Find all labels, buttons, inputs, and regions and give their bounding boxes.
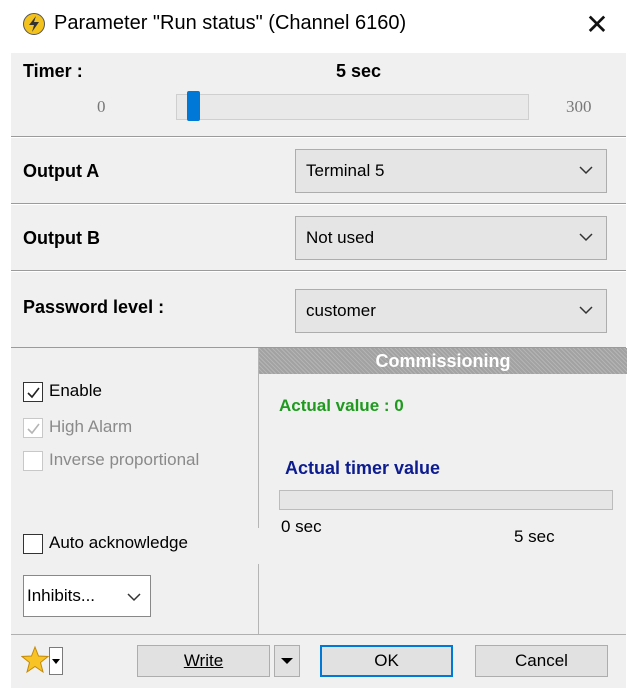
chevron-down-icon	[579, 233, 593, 242]
caret-down-icon	[281, 658, 293, 664]
progress-max-label: 5 sec	[514, 527, 555, 546]
enable-checkbox[interactable]	[23, 382, 43, 402]
progress-min-label: 0 sec	[281, 520, 322, 532]
inhibits-label: Inhibits...	[27, 586, 96, 605]
favorite-button[interactable]	[20, 645, 50, 677]
output-b-row: Output B Not used	[11, 205, 626, 271]
high-alarm-checkbox	[23, 418, 43, 438]
actual-timer-progress	[279, 490, 613, 510]
password-level-label: Password level :	[23, 297, 165, 317]
timer-slider-track[interactable]	[176, 94, 529, 120]
output-b-label: Output B	[23, 228, 100, 248]
dialog-footer: Write OK Cancel	[11, 634, 626, 688]
window-title: Parameter "Run status" (Channel 6160)	[54, 12, 407, 34]
password-level-select[interactable]: customer	[295, 289, 607, 333]
options-panel: Enable High Alarm Inverse proportional I…	[11, 348, 258, 634]
auto-acknowledge-row: Auto acknowledge	[11, 528, 261, 564]
timer-panel: Timer : 5 sec 0 300	[11, 53, 626, 137]
commissioning-panel: Commissioning Actual value : 0 Actual ti…	[258, 348, 627, 634]
checkmark-icon	[27, 423, 40, 435]
password-level-row: Password level : customer	[11, 272, 626, 348]
timer-max-label: 300	[566, 97, 592, 116]
write-dropdown-button[interactable]	[274, 645, 300, 677]
auto-acknowledge-label: Auto acknowledge	[49, 533, 188, 552]
ok-button[interactable]: OK	[320, 645, 453, 677]
inhibits-dropdown[interactable]: Inhibits...	[23, 575, 151, 617]
cancel-button[interactable]: Cancel	[475, 645, 608, 677]
caret-down-icon	[52, 659, 60, 664]
lightning-icon	[23, 13, 45, 35]
inverse-proportional-label: Inverse proportional	[49, 450, 200, 469]
password-level-value: customer	[306, 301, 376, 320]
actual-timer-label: Actual timer value	[285, 458, 441, 478]
favorite-dropdown-button[interactable]	[49, 647, 63, 675]
timer-min-label: 0	[97, 97, 106, 116]
chevron-down-icon	[579, 306, 593, 315]
output-a-row: Output A Terminal 5	[11, 138, 626, 204]
commissioning-header: Commissioning	[259, 348, 627, 374]
title-bar: Parameter "Run status" (Channel 6160) ✕	[0, 0, 630, 50]
timer-slider-thumb[interactable]	[186, 91, 200, 121]
output-a-select[interactable]: Terminal 5	[295, 149, 607, 193]
output-b-select[interactable]: Not used	[295, 216, 607, 260]
output-b-value: Not used	[306, 228, 375, 247]
star-icon	[20, 645, 50, 674]
timer-label: Timer :	[23, 61, 83, 81]
checkmark-icon	[27, 387, 40, 399]
timer-value: 5 sec	[336, 61, 382, 81]
chevron-down-icon	[127, 593, 141, 602]
output-a-label: Output A	[23, 161, 100, 181]
output-a-value: Terminal 5	[306, 161, 385, 180]
inverse-proportional-checkbox	[23, 451, 43, 471]
write-button[interactable]: Write	[137, 645, 270, 677]
close-button[interactable]: ✕	[580, 8, 614, 42]
auto-acknowledge-checkbox[interactable]	[23, 534, 43, 554]
high-alarm-label: High Alarm	[49, 417, 133, 436]
enable-label: Enable	[49, 381, 102, 400]
chevron-down-icon	[579, 166, 593, 175]
actual-value: Actual value : 0	[279, 396, 404, 415]
